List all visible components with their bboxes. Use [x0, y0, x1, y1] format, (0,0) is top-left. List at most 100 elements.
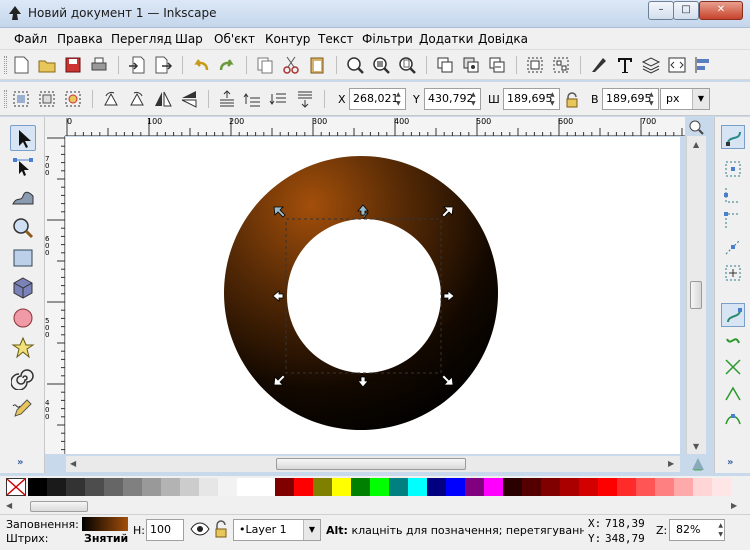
color-swatch[interactable] [275, 478, 294, 496]
unit-select[interactable]: px ▼ [660, 88, 710, 110]
color-swatch[interactable] [712, 478, 731, 496]
color-swatch[interactable] [674, 478, 693, 496]
paste-icon[interactable] [306, 54, 328, 76]
rotate-cw-icon[interactable] [126, 88, 148, 110]
opacity-input[interactable]: 100 [146, 519, 184, 541]
group-icon[interactable] [524, 54, 546, 76]
layer-lock-icon[interactable] [214, 520, 228, 538]
cut-icon[interactable] [280, 54, 302, 76]
scroll-right-icon[interactable]: ▶ [731, 501, 737, 510]
fill-stroke-icon[interactable] [588, 54, 610, 76]
color-swatch[interactable] [408, 478, 427, 496]
scroll-left-icon[interactable]: ◀ [70, 459, 76, 468]
spin-arrows-icon[interactable]: ▲ ▼ [471, 90, 479, 108]
menu-text[interactable]: Текст [318, 32, 354, 46]
snap-path-button[interactable] [721, 329, 745, 353]
flip-vertical-icon[interactable] [178, 88, 200, 110]
color-swatch[interactable] [237, 478, 256, 496]
xml-editor-icon[interactable] [666, 54, 688, 76]
menu-extensions[interactable]: Додатки [419, 32, 473, 46]
menu-help[interactable]: Довідка [478, 32, 528, 46]
color-swatch[interactable] [66, 478, 85, 496]
toolbar-grip[interactable] [4, 90, 7, 108]
zoom-selection-icon[interactable] [344, 54, 366, 76]
lower-to-bottom-icon[interactable] [294, 88, 316, 110]
tweak-tool[interactable] [10, 185, 36, 211]
drawing-canvas[interactable] [66, 137, 680, 454]
color-swatch[interactable] [484, 478, 503, 496]
horizontal-scrollbar[interactable]: ◀ ▶ [66, 456, 680, 472]
maximize-button[interactable]: □ [673, 1, 699, 20]
snap-bbox-corner-button[interactable] [721, 209, 745, 233]
vertical-ruler[interactable]: 7 0 0 6 0 0 5 0 0 4 0 0 [45, 136, 65, 454]
menu-filters[interactable]: Фільтри [362, 32, 413, 46]
align-icon[interactable] [692, 54, 714, 76]
more-snap-icon[interactable]: » [727, 457, 733, 468]
snap-bbox-edge-button[interactable] [721, 183, 745, 207]
snap-nodes-button[interactable] [721, 303, 745, 327]
color-swatch[interactable] [655, 478, 674, 496]
horizontal-scroll-thumb[interactable] [276, 458, 466, 470]
snap-smooth-button[interactable] [721, 407, 745, 431]
snap-bbox-button[interactable] [721, 157, 745, 181]
open-folder-icon[interactable] [36, 54, 58, 76]
spin-arrows-icon[interactable]: ▲ ▼ [550, 90, 558, 108]
zoom-correction-icon[interactable] [688, 119, 704, 135]
color-swatch[interactable] [465, 478, 484, 496]
color-swatch[interactable] [85, 478, 104, 496]
minimize-button[interactable]: – [648, 1, 674, 20]
select-all-layers-icon[interactable] [36, 88, 58, 110]
stroke-value[interactable]: Знятий [84, 532, 128, 545]
color-swatch[interactable] [522, 478, 541, 496]
color-swatch[interactable] [560, 478, 579, 496]
raise-icon[interactable] [242, 88, 264, 110]
menu-layer[interactable]: Шар [175, 32, 203, 46]
color-swatch[interactable] [256, 478, 275, 496]
box3d-tool[interactable] [10, 275, 36, 301]
color-swatch[interactable] [332, 478, 351, 496]
spin-arrows-icon[interactable]: ▲ ▼ [396, 90, 404, 108]
vertical-scroll-thumb[interactable] [690, 281, 702, 309]
menu-path[interactable]: Контур [265, 32, 310, 46]
close-button[interactable]: ✕ [699, 1, 743, 20]
ungroup-icon[interactable] [550, 54, 572, 76]
scroll-down-icon[interactable]: ▼ [693, 442, 699, 451]
palette-scroll-thumb[interactable] [30, 501, 88, 512]
color-swatch[interactable] [541, 478, 560, 496]
spin-arrows-icon[interactable]: ▲ ▼ [718, 521, 723, 539]
color-swatch[interactable] [294, 478, 313, 496]
export-icon[interactable] [152, 54, 174, 76]
color-swatch[interactable] [161, 478, 180, 496]
rotate-ccw-icon[interactable] [100, 88, 122, 110]
undo-icon[interactable] [190, 54, 212, 76]
snap-bbox-center-button[interactable] [721, 261, 745, 285]
color-swatch[interactable] [142, 478, 161, 496]
layers-icon[interactable] [640, 54, 662, 76]
color-swatch[interactable] [199, 478, 218, 496]
selector-tool[interactable] [10, 125, 36, 151]
ellipse-tool[interactable] [10, 305, 36, 331]
color-swatch[interactable] [503, 478, 522, 496]
zoom-input[interactable]: 82% ▲ ▼ [669, 519, 725, 541]
duplicate-icon[interactable] [434, 54, 456, 76]
menu-edit[interactable]: Правка [57, 32, 103, 46]
color-swatch[interactable] [579, 478, 598, 496]
scroll-left-icon[interactable]: ◀ [6, 501, 12, 510]
color-swatch[interactable] [427, 478, 446, 496]
ring-shape[interactable] [224, 156, 499, 430]
zoom-page-icon[interactable] [396, 54, 418, 76]
chevron-down-icon[interactable]: ▼ [692, 89, 709, 109]
toolbar-grip[interactable] [4, 56, 7, 74]
snap-cusp-button[interactable] [721, 381, 745, 405]
color-manage-icon[interactable] [690, 456, 706, 472]
eye-icon[interactable] [190, 522, 210, 536]
layer-select[interactable]: •Layer 1 ▼ [233, 519, 321, 541]
height-input[interactable]: 189,695 ▲ ▼ [602, 88, 659, 110]
no-paint-swatch[interactable] [6, 478, 26, 496]
color-swatch[interactable] [598, 478, 617, 496]
snap-toggle-button[interactable] [721, 125, 745, 149]
y-input[interactable]: 430,792 ▲ ▼ [424, 88, 481, 110]
more-tools-icon[interactable]: » [17, 457, 23, 468]
color-swatch[interactable] [636, 478, 655, 496]
vertical-scrollbar[interactable]: ▲ ▼ [686, 136, 706, 454]
